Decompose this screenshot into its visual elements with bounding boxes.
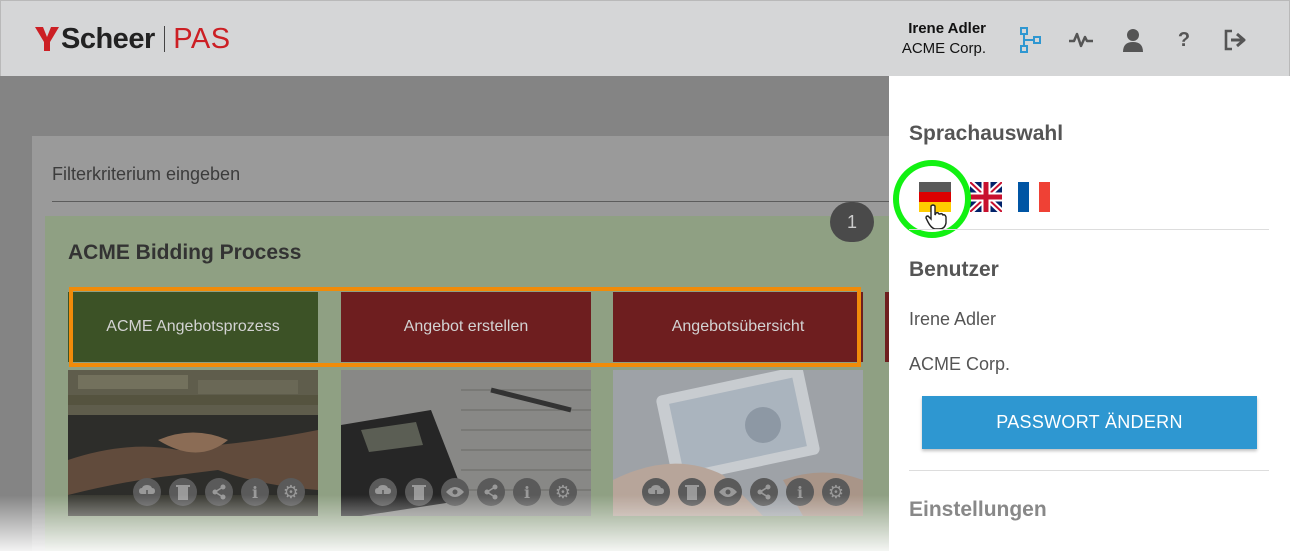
tiles-highlight-box	[69, 287, 861, 367]
uk-flag-icon[interactable]	[967, 179, 1005, 215]
scheer-pas-logo[interactable]: Scheer PAS	[35, 21, 231, 57]
drawer-divider	[909, 470, 1269, 471]
bottom-fade	[0, 495, 889, 551]
header-company: ACME Corp.	[901, 40, 986, 57]
user-section-title: Benutzer	[909, 258, 999, 281]
filter-input[interactable]: Filterkriterium eingeben	[52, 164, 240, 185]
flag-highlight-ring	[893, 160, 971, 238]
group-title: ACME Bidding Process	[68, 241, 302, 264]
user-icon[interactable]	[1120, 27, 1146, 53]
logo-divider	[163, 26, 166, 52]
activity-icon[interactable]	[1068, 27, 1094, 53]
french-flag-icon[interactable]	[1018, 182, 1050, 212]
help-icon[interactable]: ?	[1171, 27, 1197, 53]
process-modeler-icon[interactable]	[1017, 27, 1043, 53]
header-user-name: Irene Adler	[908, 20, 986, 37]
filter-underline	[52, 201, 892, 202]
notification-badge: 1	[830, 202, 874, 242]
change-password-button[interactable]: PASSWORT ÄNDERN	[922, 396, 1257, 449]
scheer-logo-mark-icon	[35, 25, 59, 53]
brand-name: Scheer	[61, 22, 155, 55]
app-header: Scheer PAS Irene Adler ACME Corp. ?	[0, 0, 1290, 76]
drawer-company: ACME Corp.	[909, 354, 1011, 374]
product-name: PAS	[173, 22, 231, 55]
header-user-info: Irene Adler ACME Corp.	[881, 19, 986, 59]
drawer-user-name: Irene Adler	[909, 309, 997, 329]
drawer-divider	[909, 229, 1269, 230]
settings-section-title: Einstellungen	[909, 498, 1047, 521]
language-section-title: Sprachauswahl	[909, 122, 1064, 145]
logout-icon[interactable]	[1222, 27, 1248, 53]
